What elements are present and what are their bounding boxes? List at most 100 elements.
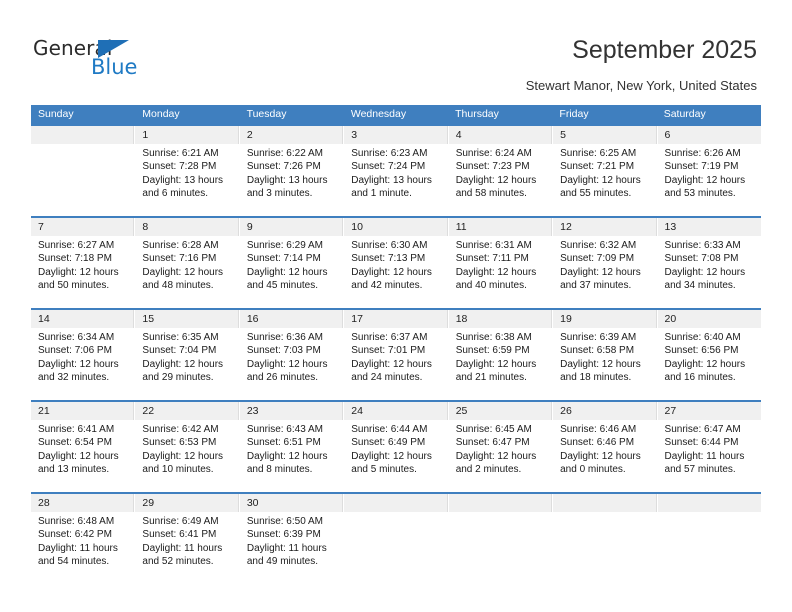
- day-detail-line: and 32 minutes.: [38, 372, 110, 384]
- day-detail-line: Sunrise: 6:27 AM: [38, 240, 115, 251]
- day-detail-line: and 1 minute.: [351, 188, 412, 200]
- day-detail-line: Sunset: 7:01 PM: [351, 345, 426, 357]
- day-detail-line: Sunrise: 6:30 AM: [351, 240, 428, 251]
- day-number: 21: [31, 402, 135, 420]
- day-cell-15[interactable]: 15 Sunrise: 6:35 AM Sunset: 7:04 PM Dayligh…: [135, 310, 240, 400]
- day-detail-line: Daylight: 11 hours: [142, 542, 223, 554]
- day-cell-21[interactable]: 21 Sunrise: 6:41 AM Sunset: 6:54 PM Dayligh…: [31, 402, 136, 492]
- cell-separator: [759, 512, 761, 584]
- day-cell-empty: [553, 494, 658, 584]
- day-number: 16: [239, 310, 344, 328]
- day-detail-line: Daylight: 13 hours: [142, 174, 224, 186]
- day-cell-empty: [657, 494, 761, 584]
- day-detail-line: and 10 minutes.: [142, 464, 214, 476]
- day-detail-line: and 34 minutes.: [664, 280, 736, 292]
- calendar-week-row: 1 Sunrise: 6:21 AM Sunset: 7:28 PM Daylight…: [31, 124, 761, 216]
- day-cell-13[interactable]: 13 Sunrise: 6:33 AM Sunset: 7:08 PM Dayligh…: [657, 218, 761, 308]
- day-number: [657, 494, 761, 512]
- day-detail-line: and 45 minutes.: [246, 280, 319, 292]
- day-detail-line: Daylight: 11 hours: [38, 542, 118, 554]
- day-cell-5[interactable]: 5 Sunrise: 6:25 AM Sunset: 7:21 PM Daylight…: [553, 126, 658, 216]
- day-cell-9[interactable]: 9 Sunrise: 6:29 AM Sunset: 7:14 PM Daylight…: [239, 218, 345, 308]
- day-cell-23[interactable]: 23 Sunrise: 6:43 AM Sunset: 6:51 PM Dayligh…: [239, 402, 345, 492]
- day-cell-empty: [31, 126, 136, 216]
- calendar-grid: Sunday Monday Tuesday Wednesday Thursday Frid…: [31, 105, 761, 584]
- day-cell-16[interactable]: 16 Sunrise: 6:36 AM Sunset: 7:03 PM Dayligh…: [239, 310, 345, 400]
- day-detail-line: Sunset: 6:49 PM: [351, 437, 426, 449]
- day-detail-line: Sunset: 6:42 PM: [38, 529, 112, 541]
- day-number: 22: [135, 402, 239, 420]
- day-cell-29[interactable]: 29 Sunrise: 6:49 AM Sunset: 6:41 PM Dayligh…: [135, 494, 240, 584]
- day-detail-line: and 21 minutes.: [455, 372, 527, 384]
- day-cell-26[interactable]: 26 Sunrise: 6:46 AM Sunset: 6:46 PM Dayligh…: [553, 402, 658, 492]
- day-details: Sunrise: 6:48 AM Sunset: 6:42 PM Daylight:…: [31, 512, 134, 569]
- day-cell-11[interactable]: 11 Sunrise: 6:31 AM Sunset: 7:11 PM Dayligh…: [448, 218, 554, 308]
- day-cell-28[interactable]: 28 Sunrise: 6:48 AM Sunset: 6:42 PM Dayligh…: [31, 494, 136, 584]
- day-cell-8[interactable]: 8 Sunrise: 6:28 AM Sunset: 7:16 PM Daylight…: [135, 218, 240, 308]
- day-detail-line: Sunrise: 6:33 AM: [664, 240, 741, 251]
- day-cell-empty: [344, 494, 449, 584]
- day-number: 5: [553, 126, 657, 144]
- day-number: 10: [344, 218, 448, 236]
- day-number: [448, 494, 553, 512]
- day-number: 9: [239, 218, 344, 236]
- day-detail-line: Sunset: 7:16 PM: [142, 253, 217, 265]
- weekday-header-saturday: Saturday: [663, 108, 706, 120]
- day-detail-line: Sunset: 6:54 PM: [38, 437, 112, 449]
- weekday-header-row: Sunday Monday Tuesday Wednesday Thursday Frid…: [31, 105, 761, 124]
- weekday-header-tuesday: Tuesday: [246, 108, 287, 120]
- day-cell-17[interactable]: 17 Sunrise: 6:37 AM Sunset: 7:01 PM Dayligh…: [344, 310, 449, 400]
- day-number: [344, 494, 448, 512]
- day-cell-20[interactable]: 20 Sunrise: 6:40 AM Sunset: 6:56 PM Dayligh…: [657, 310, 761, 400]
- day-cell-4[interactable]: 4 Sunrise: 6:24 AM Sunset: 7:23 PM Daylight…: [448, 126, 554, 216]
- day-detail-line: Sunset: 7:18 PM: [38, 253, 112, 265]
- day-detail-line: Sunrise: 6:42 AM: [142, 424, 219, 435]
- day-cell-7[interactable]: 7 Sunrise: 6:27 AM Sunset: 7:18 PM Daylight…: [31, 218, 136, 308]
- day-detail-line: Sunset: 6:44 PM: [664, 437, 739, 449]
- day-detail-line: Sunrise: 6:46 AM: [560, 424, 637, 435]
- day-detail-line: Sunset: 6:41 PM: [142, 529, 217, 541]
- day-detail-line: Daylight: 11 hours: [246, 542, 327, 554]
- day-detail-line: Sunrise: 6:38 AM: [455, 332, 532, 343]
- day-cell-10[interactable]: 10 Sunrise: 6:30 AM Sunset: 7:13 PM Dayligh…: [344, 218, 449, 308]
- general-blue-logo[interactable]: General Blue: [33, 36, 173, 84]
- day-cell-18[interactable]: 18 Sunrise: 6:38 AM Sunset: 6:59 PM Dayligh…: [448, 310, 554, 400]
- day-number: 28: [31, 494, 135, 512]
- day-detail-line: Daylight: 12 hours: [351, 450, 432, 462]
- cell-separator: [759, 236, 761, 308]
- cell-separator: [342, 144, 344, 216]
- day-detail-line: Daylight: 12 hours: [560, 266, 641, 278]
- day-details: Sunrise: 6:33 AM Sunset: 7:08 PM Daylight:…: [658, 236, 761, 293]
- day-cell-19[interactable]: 19 Sunrise: 6:39 AM Sunset: 6:58 PM Dayligh…: [553, 310, 658, 400]
- day-cell-1[interactable]: 1 Sunrise: 6:21 AM Sunset: 7:28 PM Daylight…: [135, 126, 240, 216]
- day-detail-line: and 50 minutes.: [38, 280, 110, 292]
- day-cell-25[interactable]: 25 Sunrise: 6:45 AM Sunset: 6:47 PM Dayligh…: [448, 402, 554, 492]
- day-cell-24[interactable]: 24 Sunrise: 6:44 AM Sunset: 6:49 PM Dayligh…: [344, 402, 449, 492]
- day-cell-30[interactable]: 30 Sunrise: 6:50 AM Sunset: 6:39 PM Dayligh…: [239, 494, 345, 584]
- weekday-header-sunday: Sunday: [38, 108, 74, 120]
- day-detail-line: and 24 minutes.: [351, 372, 423, 384]
- cell-separator: [342, 328, 344, 400]
- day-number: [31, 126, 135, 144]
- day-cell-27[interactable]: 27 Sunrise: 6:47 AM Sunset: 6:44 PM Dayligh…: [657, 402, 761, 492]
- day-cell-6[interactable]: 6 Sunrise: 6:26 AM Sunset: 7:19 PM Daylight…: [657, 126, 761, 216]
- day-detail-line: Daylight: 11 hours: [664, 450, 745, 462]
- cell-separator: [759, 420, 761, 492]
- day-number: 1: [135, 126, 239, 144]
- day-number: 3: [344, 126, 448, 144]
- day-details: Sunrise: 6:50 AM Sunset: 6:39 PM Daylight:…: [240, 512, 343, 569]
- day-details: Sunrise: 6:47 AM Sunset: 6:44 PM Daylight:…: [658, 420, 761, 477]
- day-details: Sunrise: 6:22 AM Sunset: 7:26 PM Daylight:…: [240, 144, 343, 201]
- day-cell-22[interactable]: 22 Sunrise: 6:42 AM Sunset: 6:53 PM Dayligh…: [135, 402, 240, 492]
- day-cell-12[interactable]: 12 Sunrise: 6:32 AM Sunset: 7:09 PM Dayligh…: [553, 218, 658, 308]
- day-detail-line: Sunrise: 6:40 AM: [664, 332, 741, 343]
- day-cell-3[interactable]: 3 Sunrise: 6:23 AM Sunset: 7:24 PM Daylight…: [344, 126, 449, 216]
- day-detail-line: and 49 minutes.: [246, 556, 319, 568]
- page-title: September 2025: [572, 36, 757, 64]
- day-details: Sunrise: 6:35 AM Sunset: 7:04 PM Daylight:…: [135, 328, 238, 385]
- day-detail-line: Sunrise: 6:41 AM: [38, 424, 115, 435]
- day-cell-2[interactable]: 2 Sunrise: 6:22 AM Sunset: 7:26 PM Daylight…: [239, 126, 345, 216]
- day-cell-14[interactable]: 14 Sunrise: 6:34 AM Sunset: 7:06 PM Dayligh…: [31, 310, 136, 400]
- day-details: Sunrise: 6:27 AM Sunset: 7:18 PM Daylight:…: [31, 236, 134, 293]
- day-detail-line: and 2 minutes.: [455, 464, 522, 476]
